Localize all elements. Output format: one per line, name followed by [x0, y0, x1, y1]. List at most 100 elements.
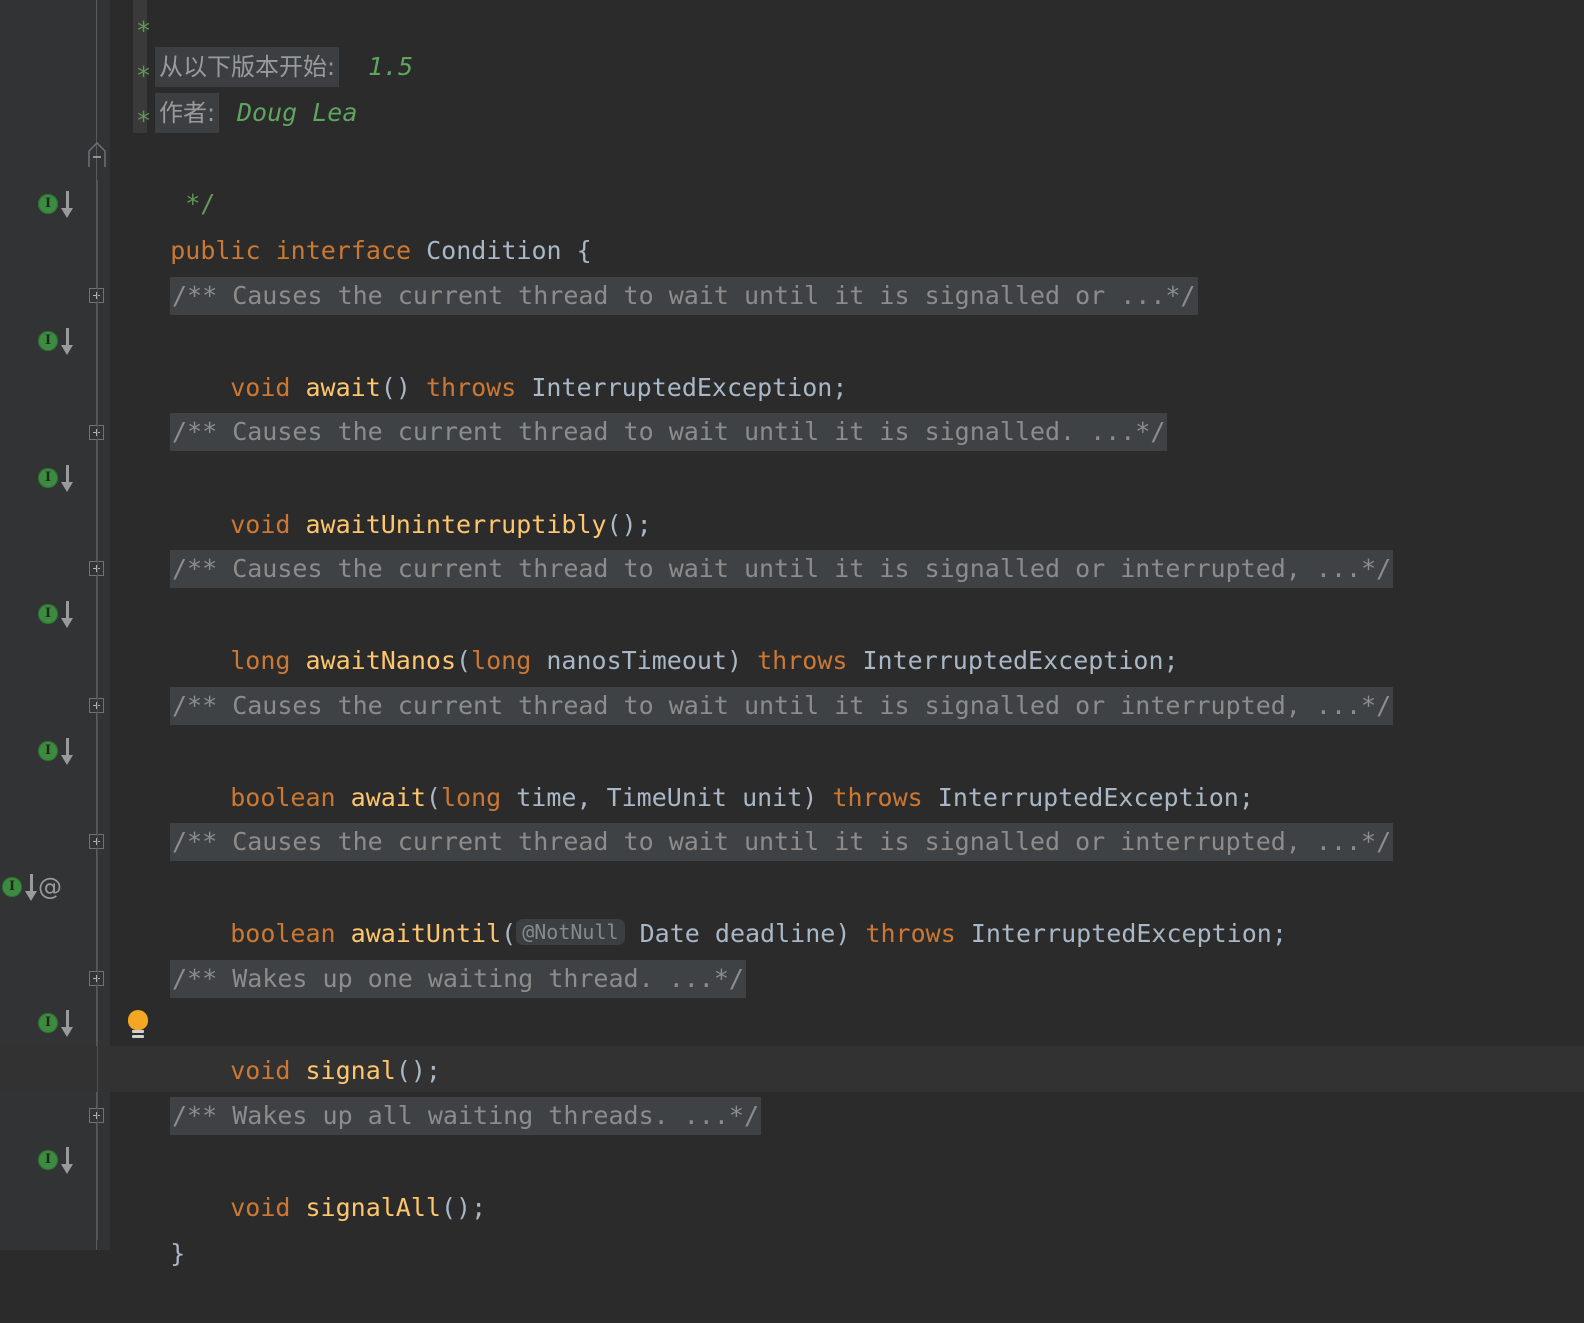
method-name[interactable]: signalAll [306, 1193, 441, 1222]
close-paren: ) [835, 919, 851, 948]
method-name[interactable]: await [306, 373, 381, 402]
intention-bulb-icon[interactable] [125, 1010, 151, 1040]
parens-semicolon: (); [395, 1056, 441, 1085]
keyword-throws: throws [832, 783, 923, 812]
gutter-implementation-marker[interactable] [38, 737, 84, 767]
arrow-down-icon [60, 465, 74, 493]
keyword-void: void [230, 1193, 291, 1222]
gutter-implementation-marker[interactable] [38, 1009, 84, 1039]
return-type-boolean: boolean [230, 783, 336, 812]
implemented-icon [38, 1013, 58, 1033]
folded-comment[interactable]: /** Wakes up one waiting thread. ...*/ [170, 960, 746, 998]
folded-comment[interactable]: /** Causes the current thread to wait un… [170, 277, 1198, 315]
javadoc-author-value: Doug Lea [237, 98, 358, 127]
modifier-public: public [170, 236, 261, 265]
method-signature-signal: void signal(); [170, 1002, 441, 1085]
implemented-icon [2, 877, 22, 897]
keyword-void: void [230, 1056, 291, 1085]
exception-type: InterruptedException [970, 919, 1272, 948]
gutter-implementation-marker[interactable] [38, 464, 84, 494]
keyword-void: void [230, 510, 291, 539]
close-paren: ) [726, 646, 743, 675]
javadoc-asterisk: * [136, 61, 152, 90]
method-signature-awaituninterruptibly: void awaitUninterruptibly(); [170, 456, 651, 539]
gutter-implementation-marker[interactable] [38, 600, 84, 630]
implemented-icon [38, 468, 58, 488]
return-type-boolean: boolean [230, 919, 336, 948]
folded-comment[interactable]: /** Causes the current thread to wait un… [170, 823, 1394, 861]
method-name[interactable]: await [351, 783, 426, 812]
interface-name: Condition [426, 236, 562, 265]
semicolon: ; [832, 373, 848, 402]
arrow-down-icon [60, 191, 74, 219]
arrow-down-icon [60, 328, 74, 356]
code-editor[interactable]: @ * * * 从以下版本开始: 1.5 作者: Doug Lea */ pub… [0, 0, 1584, 1268]
javadoc-asterisk: * [136, 106, 152, 135]
open-brace: { [576, 236, 592, 265]
arrow-down-icon [60, 738, 74, 766]
open-paren: ( [456, 646, 472, 675]
open-paren: ( [425, 783, 441, 812]
implemented-icon [38, 604, 58, 624]
close-brace: } [170, 1239, 186, 1268]
javadoc-asterisk: * [136, 16, 152, 45]
javadoc-since-label: 从以下版本开始: [155, 47, 340, 87]
interface-close: } [110, 1185, 185, 1268]
fold-end-marker[interactable] [86, 141, 108, 168]
method-signature-awaitnanos: long awaitNanos(long nanosTimeout) throw… [170, 592, 1178, 675]
param-type-date: Date [639, 919, 700, 948]
parens: () [380, 373, 411, 402]
interface-declaration: public interface Condition { [110, 182, 592, 265]
implemented-icon [38, 1150, 58, 1170]
indent-guide [97, 180, 98, 1240]
folded-comment[interactable]: /** Causes the current thread to wait un… [170, 413, 1168, 451]
return-type-long: long [230, 646, 291, 675]
param-name-time: time [516, 783, 577, 812]
semicolon: ; [1271, 919, 1287, 948]
method-name[interactable]: awaitNanos [306, 646, 457, 675]
notnull-inlay-hint[interactable]: @NotNull [516, 919, 625, 945]
semicolon: ; [1238, 783, 1254, 812]
folded-comment[interactable]: /** Causes the current thread to wait un… [170, 550, 1394, 588]
gutter-implementation-marker[interactable] [38, 190, 84, 220]
gutter-implementation-marker[interactable] [38, 1146, 84, 1176]
arrow-down-icon [60, 1010, 74, 1038]
arrow-down-icon [60, 601, 74, 629]
folded-comment[interactable]: /** Causes the current thread to wait un… [170, 687, 1394, 725]
exception-type: InterruptedException [937, 783, 1239, 812]
method-name[interactable]: awaitUntil [351, 919, 502, 948]
method-name[interactable]: signal [306, 1056, 396, 1085]
close-paren: ) [802, 783, 818, 812]
param-type-long: long [471, 646, 532, 675]
method-signature-awaituntil: boolean awaitUntil(@NotNull Date deadlin… [170, 865, 1287, 948]
method-name[interactable]: awaitUninterruptibly [306, 510, 607, 539]
implemented-icon [38, 331, 58, 351]
implemented-icon [38, 741, 58, 761]
keyword-throws: throws [757, 646, 848, 675]
annotation-marker-icon[interactable]: @ [36, 873, 64, 901]
arrow-down-icon [60, 1147, 74, 1175]
method-signature-await: void await() throws InterruptedException… [170, 319, 847, 402]
keyword-interface: interface [275, 236, 412, 265]
parens-semicolon: (); [440, 1193, 487, 1222]
param-name-deadline: deadline [714, 919, 836, 948]
semicolon: ; [1163, 646, 1179, 675]
open-paren: ( [501, 919, 517, 948]
gutter-implementation-marker[interactable] [38, 327, 84, 357]
param-name-unit: unit [742, 783, 803, 812]
parens-semicolon: (); [606, 510, 652, 539]
comma: , [576, 783, 607, 812]
javadoc-close: */ [125, 135, 215, 218]
exception-type: InterruptedException [862, 646, 1164, 675]
method-signature-awaittimed: boolean await(long time, TimeUnit unit) … [170, 729, 1254, 812]
javadoc-author-label: 作者: [155, 93, 220, 133]
implemented-icon [38, 194, 58, 214]
exception-type: InterruptedException [531, 373, 833, 402]
fold-end-icon [88, 141, 106, 167]
keyword-void: void [230, 373, 291, 402]
param-type-timeunit: TimeUnit [606, 783, 727, 812]
folded-comment[interactable]: /** Wakes up all waiting threads. ...*/ [170, 1097, 761, 1135]
method-signature-signalall: void signalAll(); [170, 1139, 486, 1222]
param-name: nanosTimeout [546, 646, 727, 675]
keyword-throws: throws [865, 919, 956, 948]
